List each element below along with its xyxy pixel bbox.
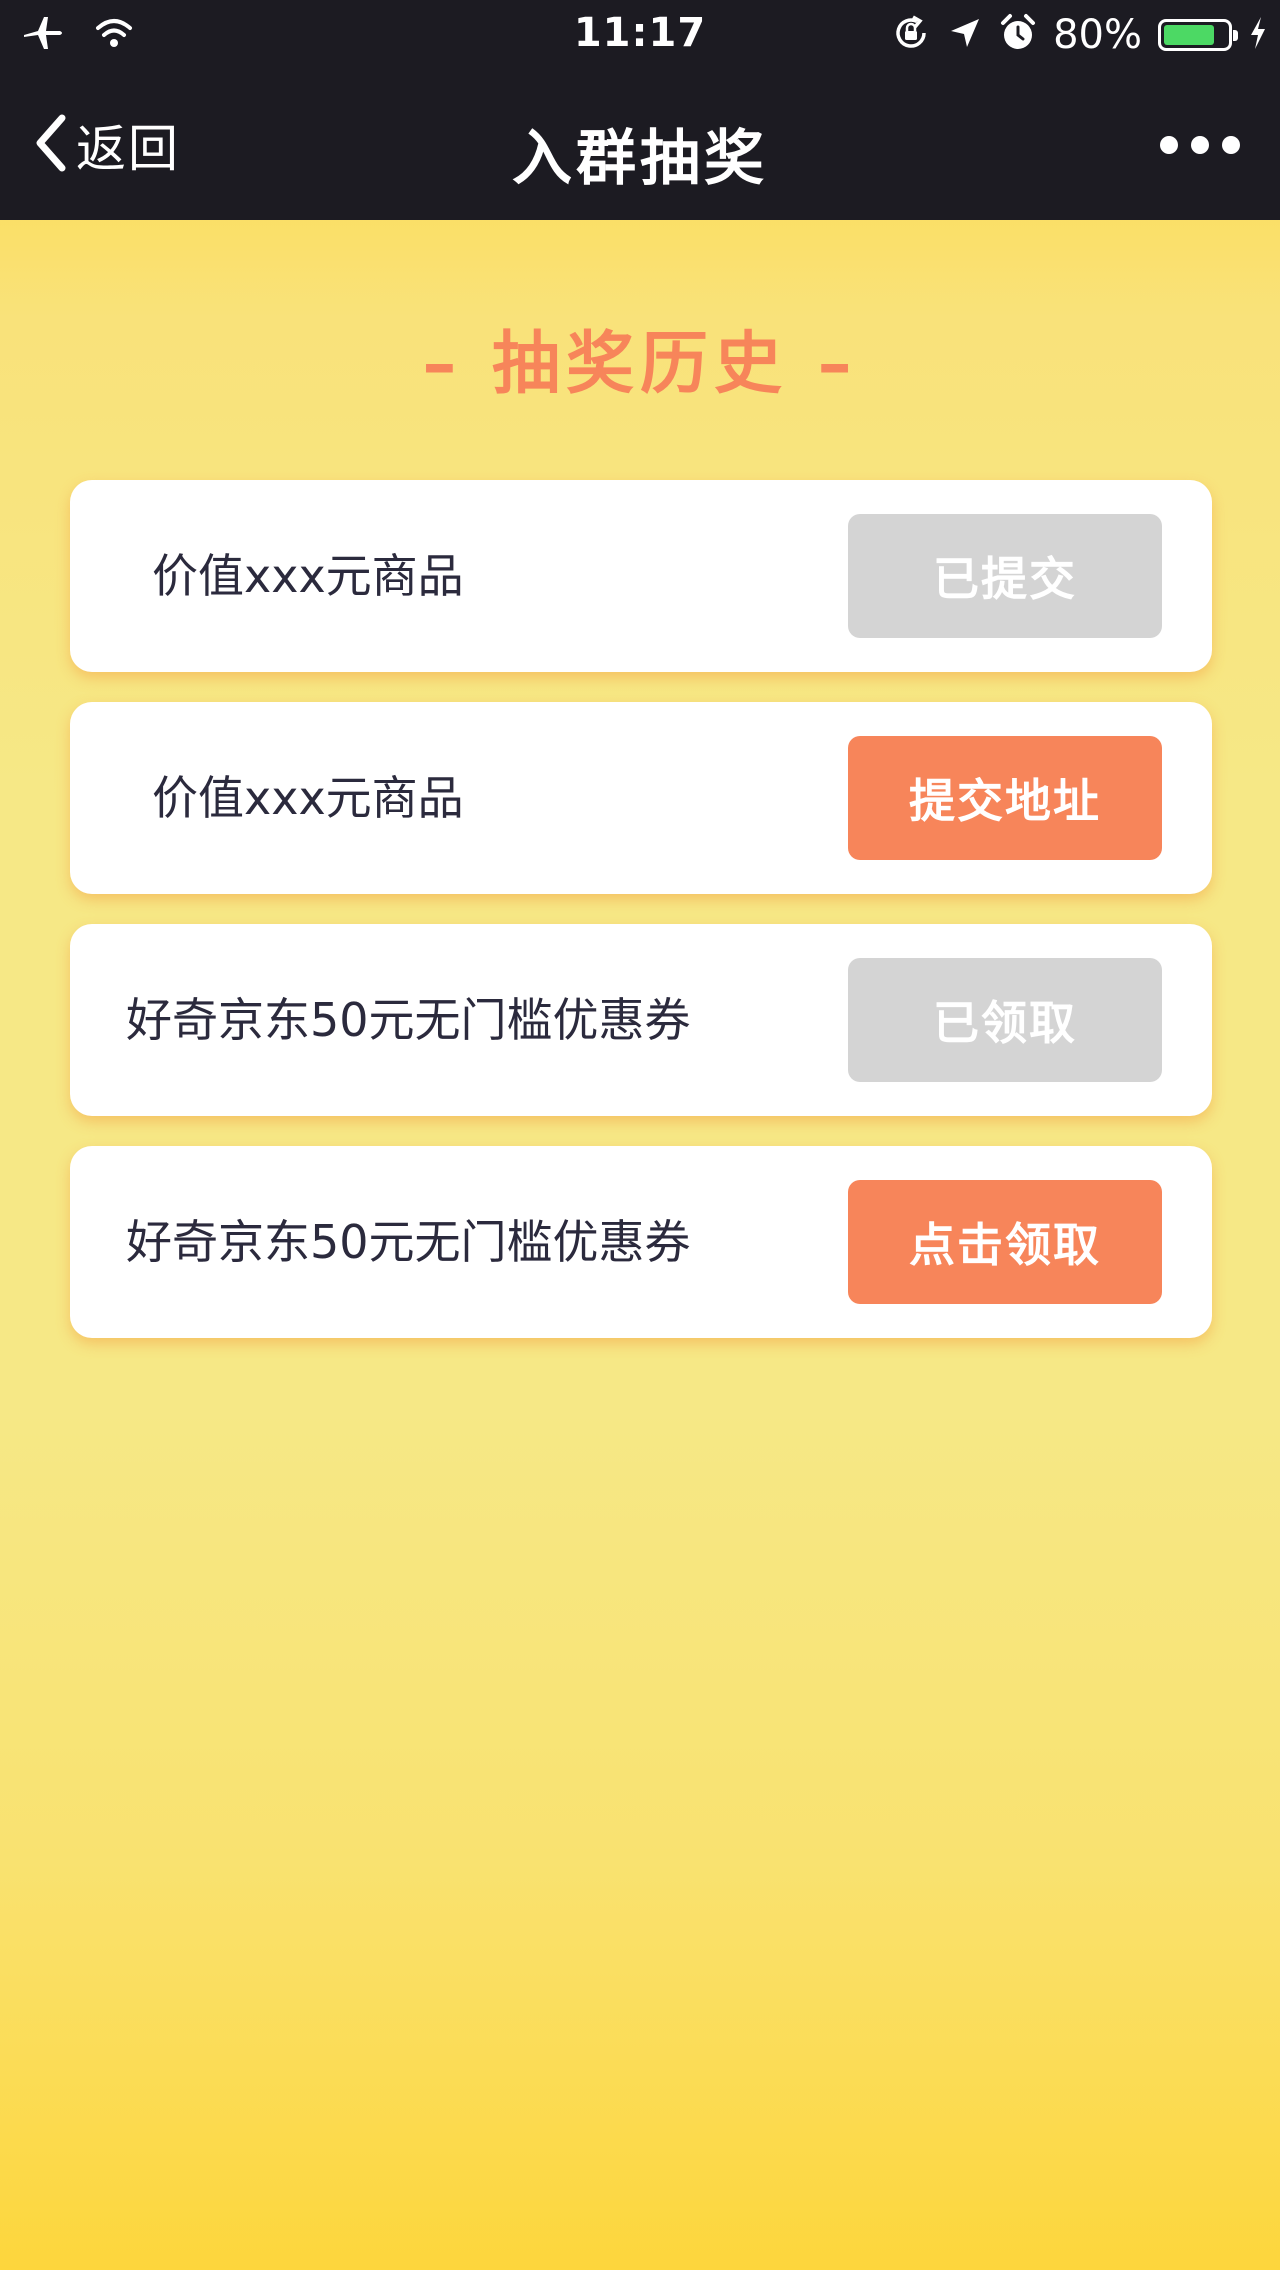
more-dot xyxy=(1222,136,1240,154)
nav-bar: 返回 入群抽奖 xyxy=(0,70,1280,220)
alarm-icon xyxy=(999,13,1037,57)
battery-percent: 80% xyxy=(1053,12,1142,58)
claimed-button[interactable]: 已领取 xyxy=(848,958,1162,1082)
record-card: 好奇京东50元无门槛优惠券 点击领取 xyxy=(70,1146,1212,1338)
submitted-button[interactable]: 已提交 xyxy=(848,514,1162,638)
rotation-lock-icon xyxy=(891,13,931,57)
record-label: 价值xxx元商品 xyxy=(152,549,464,603)
page-title: 入群抽奖 xyxy=(512,124,768,194)
submit-address-button[interactable]: 提交地址 xyxy=(848,736,1162,860)
more-dot xyxy=(1160,136,1178,154)
record-card: 价值xxx元商品 提交地址 xyxy=(70,702,1212,894)
record-label: 好奇京东50元无门槛优惠券 xyxy=(126,993,691,1047)
more-dot xyxy=(1191,136,1209,154)
charging-icon xyxy=(1248,15,1268,55)
record-label: 好奇京东50元无门槛优惠券 xyxy=(126,1215,691,1269)
battery-icon xyxy=(1158,19,1238,51)
location-icon xyxy=(947,15,983,55)
claim-button[interactable]: 点击领取 xyxy=(848,1180,1162,1304)
status-right: 80% xyxy=(891,12,1268,58)
record-card: 价值xxx元商品 已提交 xyxy=(70,480,1212,672)
record-card: 好奇京东50元无门槛优惠券 已领取 xyxy=(70,924,1212,1116)
status-bar: 11:17 80% xyxy=(0,0,1280,70)
battery-fill xyxy=(1164,25,1214,45)
section-title: – 抽奖历史 – xyxy=(422,325,858,404)
more-icon[interactable] xyxy=(1160,130,1240,160)
record-label: 价值xxx元商品 xyxy=(152,771,464,825)
